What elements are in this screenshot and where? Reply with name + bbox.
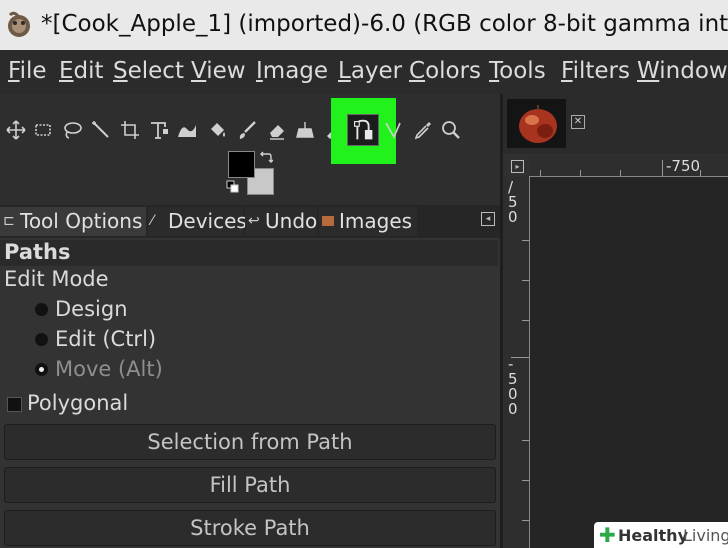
close-image-tab-icon[interactable]: ✕ — [571, 115, 585, 129]
ruler-tick — [580, 170, 581, 176]
radio-design[interactable] — [35, 303, 48, 316]
foreground-color-swatch[interactable] — [228, 151, 255, 178]
ruler-tick — [522, 480, 529, 481]
stroke-path-button[interactable]: Stroke Path — [4, 510, 496, 546]
edit-mode-label: Edit Mode — [4, 267, 109, 291]
rect-select-tool-icon[interactable] — [32, 119, 54, 141]
canvas[interactable] — [530, 177, 728, 548]
polygonal-label[interactable]: Polygonal — [27, 391, 128, 415]
radio-move-label[interactable]: Move (Alt) — [55, 357, 163, 381]
ruler-left-digit: 0 — [508, 400, 518, 418]
ruler-tick — [522, 280, 529, 281]
fill-path-button[interactable]: Fill Path — [4, 467, 496, 503]
zoom-tool-icon[interactable] — [440, 119, 462, 141]
move-tool-icon[interactable] — [5, 119, 27, 141]
plus-logo-icon: ✚ — [599, 523, 616, 547]
menu-file[interactable]: File — [8, 58, 47, 84]
window-title: *[Cook_Apple_1] (imported)-6.0 (RGB colo… — [41, 11, 728, 37]
images-icon — [322, 216, 334, 226]
menu-windows[interactable]: Windows — [637, 58, 728, 84]
ruler-tick — [522, 240, 529, 241]
menu-filters[interactable]: Filters — [561, 58, 630, 84]
radio-design-label[interactable]: Design — [55, 297, 128, 321]
lasso-tool-icon[interactable] — [61, 119, 83, 141]
warp-transform-tool-icon[interactable] — [176, 119, 198, 141]
ruler-tick — [522, 520, 529, 521]
menu-colors[interactable]: Colors — [409, 58, 481, 84]
menu-select[interactable]: Select — [113, 58, 184, 84]
tool-options-header — [0, 240, 498, 266]
transform-tool-icon[interactable] — [148, 119, 170, 141]
paths-tool-icon — [354, 119, 373, 140]
crop-tool-icon[interactable] — [119, 119, 141, 141]
menu-layer[interactable]: Layer — [338, 58, 402, 84]
gimp-logo-icon — [4, 9, 34, 39]
menu-edit[interactable]: Edit — [59, 58, 104, 84]
bucket-fill-tool-icon[interactable] — [206, 119, 228, 141]
watermark-suffix: Living — [683, 526, 728, 545]
default-colors-icon[interactable] — [226, 180, 240, 194]
paths-tool-button[interactable] — [347, 114, 379, 146]
ruler-left-digit: 0 — [508, 208, 518, 226]
swap-colors-icon[interactable] — [259, 150, 273, 164]
devices-icon: ⁄ — [151, 213, 154, 229]
radio-edit-label[interactable]: Edit (Ctrl) — [55, 327, 156, 351]
ruler-tick — [700, 170, 701, 176]
tab-images[interactable]: Images — [319, 207, 417, 236]
tool-options-icon: ⊏ — [3, 213, 15, 229]
ruler-tick — [511, 357, 529, 358]
text-tool-icon[interactable] — [384, 119, 406, 141]
title-bar: *[Cook_Apple_1] (imported)-6.0 (RGB colo… — [0, 0, 728, 50]
menu-view[interactable]: View — [191, 58, 246, 84]
ruler-top-label: -750 — [666, 157, 701, 175]
menu-image[interactable]: Image — [256, 58, 328, 84]
ruler-tick — [540, 170, 541, 176]
radio-edit[interactable] — [35, 333, 48, 346]
ruler-tick — [662, 160, 663, 176]
eraser-tool-icon[interactable] — [266, 119, 288, 141]
tool-options-title: Paths — [4, 240, 71, 264]
apple-thumbnail-icon — [507, 99, 566, 148]
undo-icon: ↩ — [248, 213, 260, 229]
radio-move[interactable] — [35, 363, 48, 376]
watermark: ✚ Healthy Living — [594, 522, 728, 548]
tab-undo[interactable]: ↩ Undo — [245, 207, 317, 236]
ruler-tick — [620, 170, 621, 176]
paintbrush-tool-icon[interactable] — [236, 119, 258, 141]
dock-menu-button[interactable]: ◂ — [481, 212, 495, 226]
watermark-brand: Healthy — [618, 526, 688, 545]
fuzzy-select-tool-icon[interactable] — [90, 119, 112, 141]
ruler-menu-icon[interactable]: ▸ — [511, 160, 524, 173]
clone-tool-icon[interactable] — [294, 119, 316, 141]
image-thumbnail[interactable] — [507, 99, 566, 148]
tab-devices[interactable]: ⁄ Devices — [148, 207, 247, 236]
ruler-tick — [522, 440, 529, 441]
menu-bar: File Edit Select View Image Layer Colors… — [0, 50, 728, 94]
polygonal-checkbox[interactable] — [7, 397, 22, 412]
selection-from-path-button[interactable]: Selection from Path — [4, 424, 496, 460]
ruler-tick — [522, 320, 529, 321]
color-picker-tool-icon[interactable] — [412, 119, 434, 141]
menu-tools[interactable]: Tools — [489, 58, 546, 84]
tab-tool-options[interactable]: ⊏ Tool Options — [0, 207, 146, 236]
